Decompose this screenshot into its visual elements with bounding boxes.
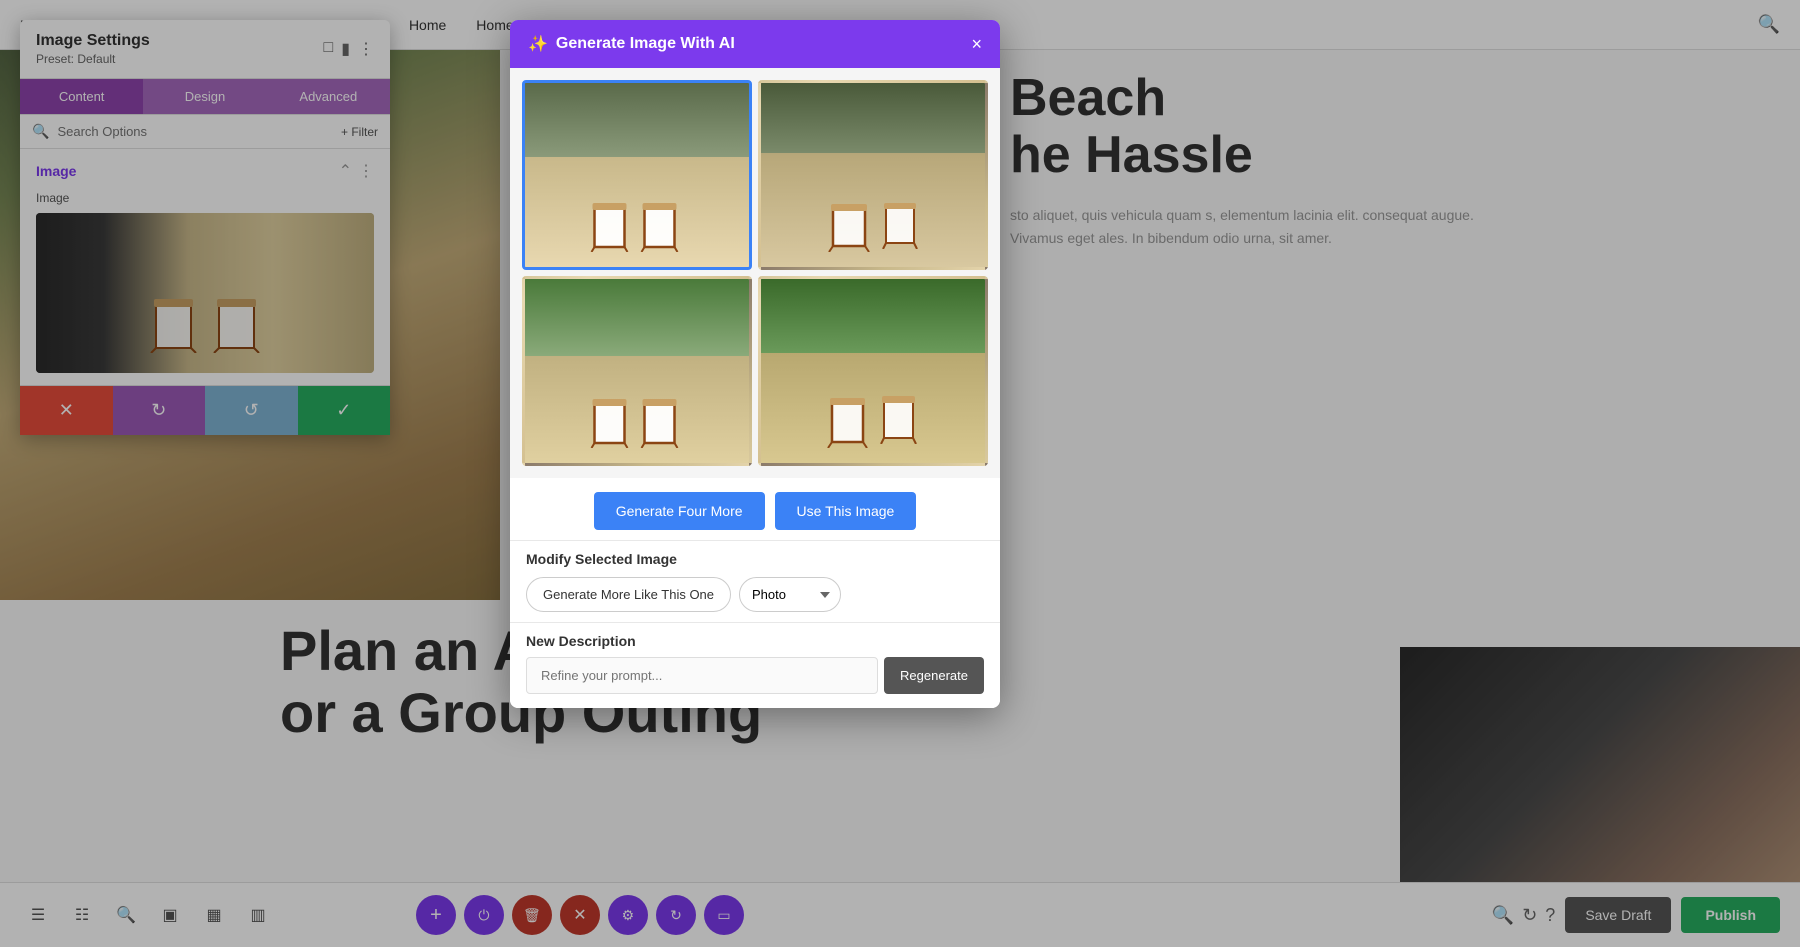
desc-input-row: Regenerate xyxy=(526,657,984,694)
ai-generate-modal: ✨ Generate Image With AI × xyxy=(510,20,1000,708)
grid-chair-icon-2b xyxy=(881,194,921,249)
grid-item-3[interactable] xyxy=(522,276,752,466)
desc-section: New Description Regenerate xyxy=(510,622,1000,708)
modal-title-text: Generate Image With AI xyxy=(556,35,735,53)
grid-item-1[interactable] xyxy=(522,80,752,270)
grid-chair-icon-4a xyxy=(825,386,873,448)
generate-more-button[interactable]: Generate Four More xyxy=(594,492,765,530)
modal-header: ✨ Generate Image With AI × xyxy=(510,20,1000,68)
wand-icon: ✨ xyxy=(528,34,548,54)
grid-item-2[interactable] xyxy=(758,80,988,270)
modify-row: Generate More Like This One Photo Illust… xyxy=(526,577,984,612)
generate-like-button[interactable]: Generate More Like This One xyxy=(526,577,731,612)
grid-chair-icon-1b xyxy=(640,192,685,252)
grid-chair-icon-4b xyxy=(879,386,921,444)
modal-title: ✨ Generate Image With AI xyxy=(528,34,735,54)
grid-chair-icon-2a xyxy=(825,194,875,252)
modal-close-button[interactable]: × xyxy=(971,35,982,53)
grid-chair-icon-3b xyxy=(640,388,685,448)
desc-label: New Description xyxy=(526,633,984,649)
desc-input[interactable] xyxy=(526,657,878,694)
modify-section: Modify Selected Image Generate More Like… xyxy=(510,540,1000,622)
image-grid xyxy=(510,68,1000,478)
grid-chair-icon-3a xyxy=(590,388,635,448)
regenerate-button[interactable]: Regenerate xyxy=(884,657,984,694)
modify-label: Modify Selected Image xyxy=(526,551,984,567)
grid-chair-icon-1a xyxy=(590,192,635,252)
style-select[interactable]: Photo Illustration Art Sketch xyxy=(739,577,841,612)
modal-action-row: Generate Four More Use This Image xyxy=(510,478,1000,540)
grid-item-4[interactable] xyxy=(758,276,988,466)
use-image-button[interactable]: Use This Image xyxy=(775,492,917,530)
